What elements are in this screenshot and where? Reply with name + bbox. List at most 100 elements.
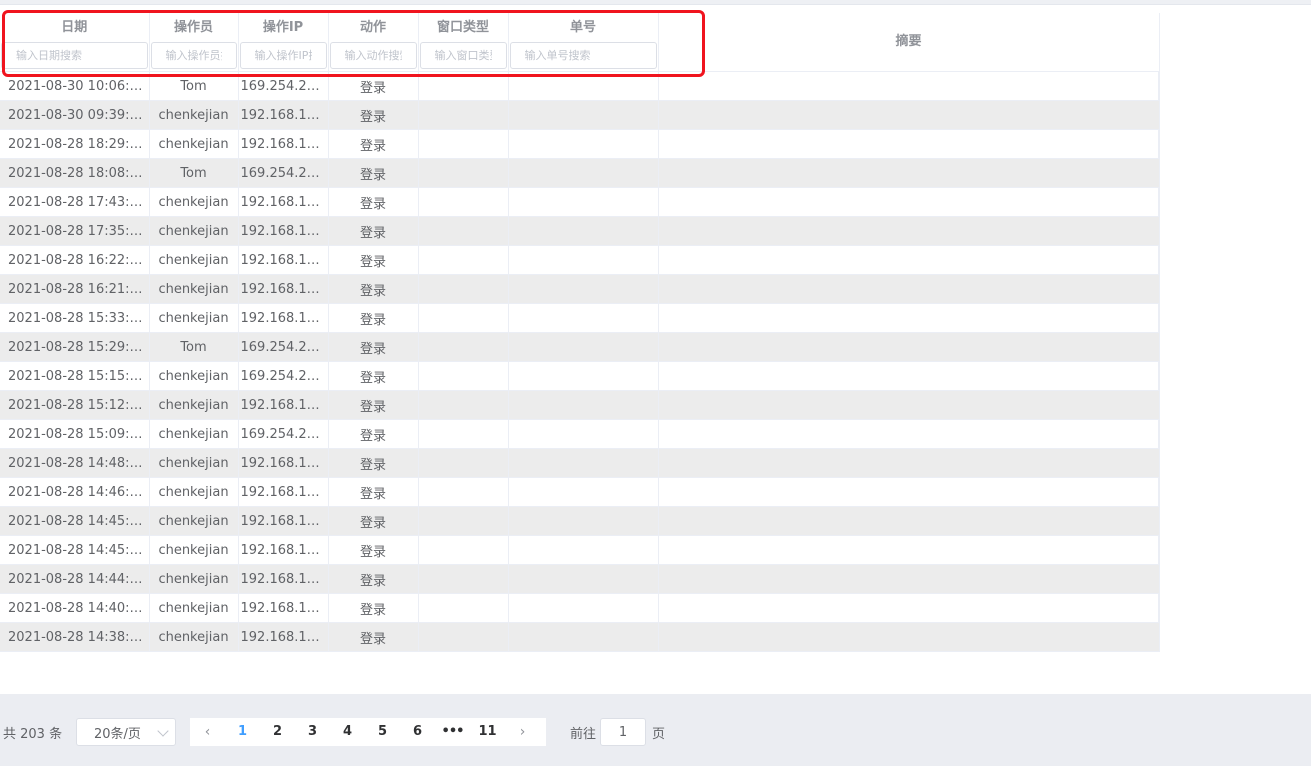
number-cell: [508, 506, 659, 536]
date-search-input[interactable]: [1, 42, 148, 69]
table-row[interactable]: 2021-08-28 17:35:24 chenkejian 192.168.10.…: [0, 216, 1160, 246]
table-row[interactable]: 2021-08-28 14:40:34 chenkejian 192.168.10.…: [0, 593, 1160, 623]
table-row[interactable]: 2021-08-28 14:38:30 chenkejian 192.168.10.…: [0, 622, 1160, 652]
window-search-input[interactable]: [419, 42, 507, 69]
table-row[interactable]: 2021-08-28 14:45:11 chenkejian 192.168.10.…: [0, 535, 1160, 565]
summary-cell: [658, 419, 1160, 449]
window-cell: [418, 332, 509, 362]
window-cell: [418, 448, 509, 478]
page-button[interactable]: 3: [295, 718, 330, 746]
number-search-input[interactable]: [509, 42, 657, 69]
action-cell: 登录: [328, 477, 419, 507]
table-row[interactable]: 2021-08-28 18:29:29 chenkejian 192.168.10.…: [0, 129, 1160, 159]
table-row[interactable]: 2021-08-28 14:45:30 chenkejian 192.168.10.…: [0, 506, 1160, 536]
window-cell: [418, 390, 509, 420]
page-button[interactable]: 4: [330, 718, 365, 746]
more-pages-button[interactable]: •••: [435, 718, 470, 746]
number-cell: [508, 129, 659, 159]
ip-cell: 192.168.10....: [238, 593, 329, 623]
summary-cell: [658, 593, 1160, 623]
table-row[interactable]: 2021-08-28 15:12:17 chenkejian 192.168.10.…: [0, 390, 1160, 420]
page-button[interactable]: 2: [260, 718, 295, 746]
operator-cell: chenkejian: [149, 216, 239, 246]
action-search-input[interactable]: [329, 42, 417, 69]
table-row[interactable]: 2021-08-28 17:43:48 chenkejian 192.168.10.…: [0, 187, 1160, 217]
number-cell: [508, 361, 659, 391]
operator-cell: Tom: [149, 158, 239, 188]
summary-cell: [658, 187, 1160, 217]
goto-page: 前往 页: [570, 718, 665, 746]
chevron-right-icon[interactable]: ›: [505, 718, 540, 746]
window-cell: [418, 622, 509, 652]
table-row[interactable]: 2021-08-28 16:21:22 chenkejian 192.168.10.…: [0, 274, 1160, 304]
goto-page-input[interactable]: [600, 718, 647, 746]
action-cell: 登录: [328, 245, 419, 275]
number-cell: [508, 216, 659, 246]
action-cell: 登录: [328, 71, 419, 101]
table-row[interactable]: 2021-08-28 14:46:32 chenkejian 192.168.10.…: [0, 477, 1160, 507]
table-row[interactable]: 2021-08-30 10:06:32 Tom 169.254.20... 登录: [0, 71, 1160, 101]
page-button[interactable]: 6: [400, 718, 435, 746]
table-row[interactable]: 2021-08-28 15:09:11 chenkejian 169.254.20.…: [0, 419, 1160, 449]
table-body: 2021-08-30 10:06:32 Tom 169.254.20... 登录 202…: [0, 71, 1160, 652]
page-button[interactable]: 11: [470, 718, 505, 746]
chevron-left-icon[interactable]: ‹: [190, 718, 225, 746]
operator-cell: chenkejian: [149, 564, 239, 594]
operator-cell: chenkejian: [149, 361, 239, 391]
table-row[interactable]: 2021-08-28 14:48:18 chenkejian 192.168.10.…: [0, 448, 1160, 478]
action-cell: 登录: [328, 535, 419, 565]
chevron-down-icon: [157, 725, 169, 737]
summary-cell: [658, 564, 1160, 594]
table-row[interactable]: 2021-08-28 18:08:56 Tom 169.254.20... 登录: [0, 158, 1160, 188]
ip-cell: 192.168.10....: [238, 564, 329, 594]
table-header-row: 日期 操作员 操作IP: [0, 13, 1160, 72]
page-list: ‹ 1 2 3 4 5 6 ••• 11 ›: [190, 718, 546, 746]
table-row[interactable]: 2021-08-28 15:29:57 Tom 169.254.20... 登录: [0, 332, 1160, 362]
window-cell: [418, 419, 509, 449]
ip-cell: 192.168.10....: [238, 187, 329, 217]
operator-cell: chenkejian: [149, 448, 239, 478]
window-cell: [418, 506, 509, 536]
table-row[interactable]: 2021-08-28 14:44:02 chenkejian 192.168.10.…: [0, 564, 1160, 594]
date-cell: 2021-08-28 14:45:11: [0, 535, 150, 565]
column-title-number: 单号: [569, 20, 596, 35]
date-cell: 2021-08-28 17:35:24: [0, 216, 150, 246]
summary-cell: [658, 506, 1160, 536]
table-row[interactable]: 2021-08-28 15:33:01 chenkejian 192.168.10.…: [0, 303, 1160, 333]
window-cell: [418, 158, 509, 188]
action-cell: 登录: [328, 506, 419, 536]
date-cell: 2021-08-28 15:29:57: [0, 332, 150, 362]
number-cell: [508, 622, 659, 652]
ip-cell: 192.168.10....: [238, 303, 329, 333]
number-cell: [508, 245, 659, 275]
top-bar: [0, 0, 1311, 5]
summary-cell: [658, 245, 1160, 275]
ip-search-input[interactable]: [239, 42, 327, 69]
action-cell: 登录: [328, 419, 419, 449]
summary-cell: [658, 158, 1160, 188]
table-row[interactable]: 2021-08-30 09:39:10 chenkejian 192.168.10.…: [0, 100, 1160, 130]
number-cell: [508, 274, 659, 304]
window-cell: [418, 129, 509, 159]
operator-search-input[interactable]: [150, 42, 237, 69]
window-cell: [418, 71, 509, 101]
date-cell: 2021-08-30 09:39:10: [0, 100, 150, 130]
column-title-action: 动作: [359, 20, 386, 35]
operator-cell: chenkejian: [149, 390, 239, 420]
number-cell: [508, 419, 659, 449]
summary-cell: [658, 390, 1160, 420]
number-cell: [508, 593, 659, 623]
action-cell: 登录: [328, 361, 419, 391]
window-cell: [418, 274, 509, 304]
summary-cell: [658, 361, 1160, 391]
ip-cell: 192.168.10....: [238, 100, 329, 130]
operator-cell: chenkejian: [149, 129, 239, 159]
page-button[interactable]: 5: [365, 718, 400, 746]
table-row[interactable]: 2021-08-28 15:15:01 chenkejian 169.254.20.…: [0, 361, 1160, 391]
page-size-select[interactable]: 20条/页: [76, 718, 176, 746]
table-row[interactable]: 2021-08-28 16:22:36 chenkejian 192.168.10.…: [0, 245, 1160, 275]
page-button[interactable]: 1: [225, 718, 260, 746]
date-cell: 2021-08-28 14:46:32: [0, 477, 150, 507]
operator-cell: chenkejian: [149, 303, 239, 333]
date-cell: 2021-08-28 17:43:48: [0, 187, 150, 217]
